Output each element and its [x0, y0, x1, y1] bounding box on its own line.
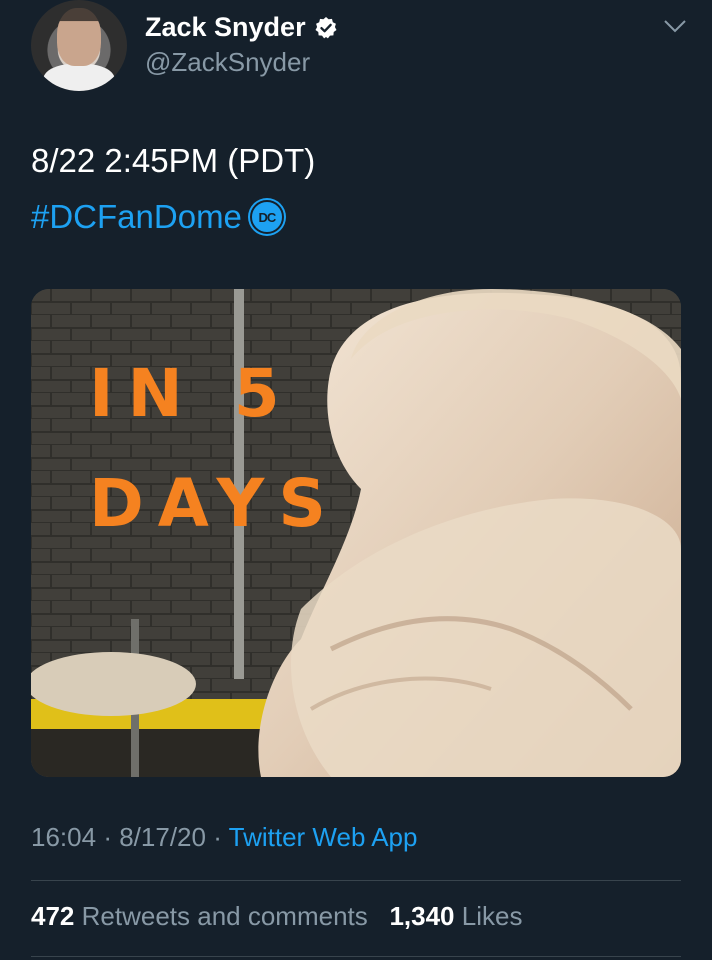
tweet-hashtag-row[interactable]: #DCFanDome DC: [31, 198, 284, 236]
author-name-row[interactable]: Zack Snyder: [145, 12, 338, 43]
dc-logo-icon: DC: [249, 200, 284, 234]
verified-badge-icon: [315, 16, 337, 38]
retweets-label: Retweets and comments: [81, 901, 368, 931]
likes-stat[interactable]: 1,340 Likes: [389, 901, 522, 931]
tweet-date[interactable]: 8/17/20: [119, 822, 206, 852]
chevron-down-icon[interactable]: [664, 19, 686, 33]
hashtag-link[interactable]: #DCFanDome: [31, 198, 242, 236]
author-name[interactable]: Zack Snyder: [145, 12, 306, 43]
tweet-meta: 16:04 · 8/17/20 · Twitter Web App: [31, 822, 417, 853]
tweet-stats: 472 Retweets and comments 1,340 Likes: [31, 901, 522, 932]
media-overlay-line1: IN 5: [89, 355, 294, 432]
retweets-stat[interactable]: 472 Retweets and comments: [31, 901, 375, 931]
media-overlay-line2: DAYS: [89, 465, 340, 542]
avatar[interactable]: [31, 0, 127, 91]
tweet-source-link[interactable]: Twitter Web App: [229, 822, 418, 852]
meta-separator: ·: [103, 822, 112, 852]
tweet-time[interactable]: 16:04: [31, 822, 96, 852]
likes-count: 1,340: [389, 901, 455, 931]
retweets-count: 472: [31, 901, 75, 931]
author-handle[interactable]: @ZackSnyder: [145, 47, 310, 78]
divider: [31, 880, 681, 881]
avatar-shirt: [43, 64, 115, 91]
avatar-face: [57, 8, 101, 66]
divider: [31, 956, 681, 957]
tweet-media-image[interactable]: IN 5 DAYS: [31, 289, 681, 777]
wrapped-sculpture: [31, 652, 196, 716]
meta-separator: ·: [213, 822, 222, 852]
likes-label: Likes: [461, 901, 523, 931]
tweet-text: 8/22 2:45PM (PDT): [31, 142, 316, 179]
